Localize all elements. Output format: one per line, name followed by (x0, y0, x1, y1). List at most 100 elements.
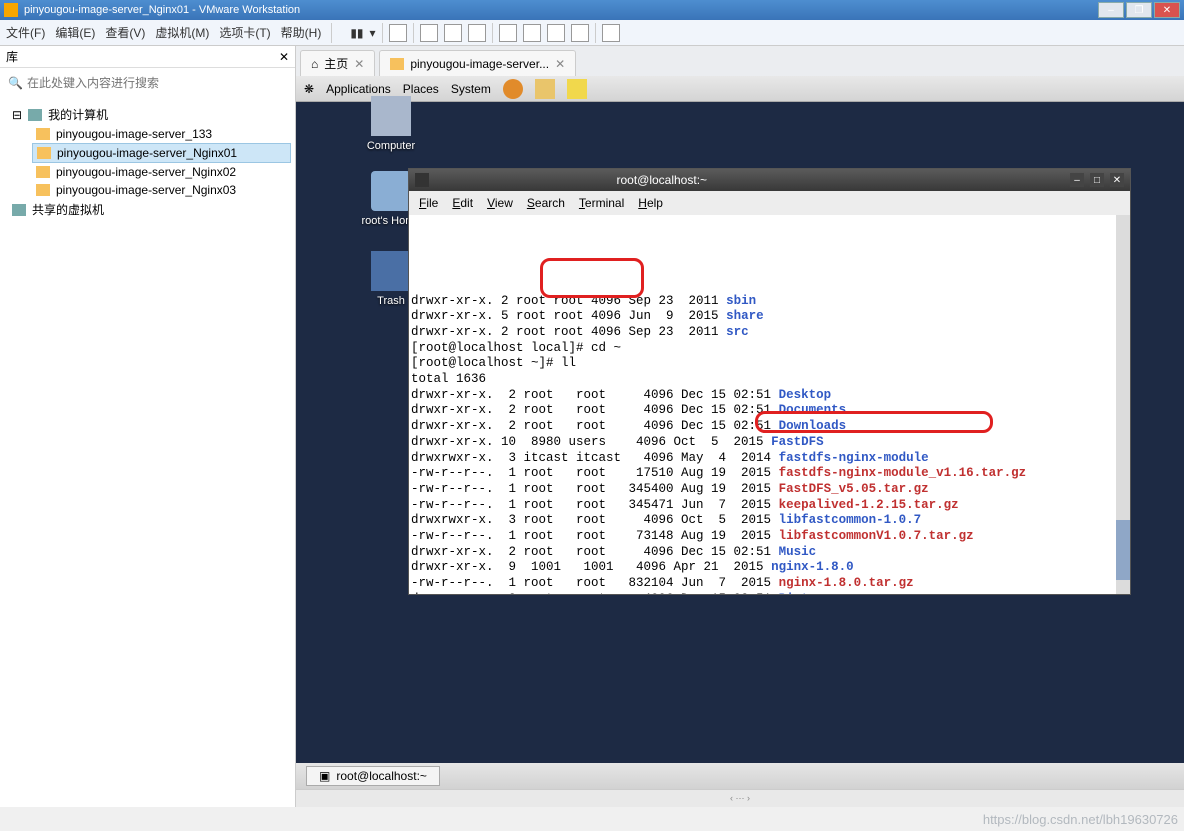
terminal-line: [root@localhost local]# cd ~ (411, 341, 1128, 357)
terminal-line: drwxr-xr-x. 2 root root 4096 Sep 23 2011… (411, 294, 1128, 310)
close-icon[interactable]: ✕ (1110, 173, 1124, 187)
terminal-line: drwxr-xr-x. 10 8980 users 4096 Oct 5 201… (411, 435, 1128, 451)
terminal-line: drwxrwxr-x. 3 itcast itcast 4096 May 4 2… (411, 451, 1128, 467)
tab-home[interactable]: ⌂ 主页 ✕ (300, 50, 375, 76)
vm-icon (36, 184, 50, 196)
clock-icon[interactable] (468, 24, 486, 42)
files-icon[interactable] (535, 79, 555, 99)
terminal-line: -rw-r--r--. 1 root root 345400 Aug 19 20… (411, 482, 1128, 498)
toolbar: ▮▮ ▾ (350, 23, 619, 43)
tree-label: pinyougou-image-server_Nginx01 (57, 146, 237, 160)
app-icon (4, 3, 18, 17)
scrollbar-thumb[interactable] (1116, 520, 1130, 580)
window-titlebar: pinyougou-image-server_Nginx01 - VMware … (0, 0, 1184, 20)
watermark: https://blog.csdn.net/lbh19630726 (983, 812, 1178, 827)
term-menu-edit[interactable]: Edit (452, 196, 473, 210)
play-dropdown-icon[interactable]: ▾ (370, 26, 376, 40)
terminal-line: drwxr-xr-x. 2 root root 4096 Dec 15 02:5… (411, 403, 1128, 419)
fullscreen-icon[interactable] (571, 24, 589, 42)
menu-places[interactable]: Places (403, 82, 439, 96)
term-menu-terminal[interactable]: Terminal (579, 196, 624, 210)
gnome-taskbar: ▣ root@localhost:~ (296, 763, 1184, 789)
close-icon[interactable]: ✕ (354, 57, 364, 71)
tab-vm[interactable]: pinyougou-image-server... ✕ (379, 50, 576, 76)
menu-vm[interactable]: 虚拟机(M) (155, 24, 209, 41)
minimize-icon[interactable]: – (1070, 173, 1084, 187)
task-label: root@localhost:~ (336, 769, 427, 783)
firefox-icon[interactable] (503, 79, 523, 99)
computer-icon (371, 96, 411, 136)
annotation-box (540, 258, 644, 298)
close-icon[interactable]: ✕ (555, 57, 565, 71)
trash-icon (371, 251, 411, 291)
host-icon (28, 109, 42, 121)
tree-vm[interactable]: pinyougou-image-server_Nginx01 (32, 143, 291, 163)
terminal-menubar: File Edit View Search Terminal Help (409, 191, 1130, 215)
home-icon: ⌂ (311, 57, 318, 71)
distro-icon: ❋ (304, 82, 314, 96)
terminal-window: root@localhost:~ – □ ✕ File Edit View Se… (408, 168, 1131, 595)
vm-icon (36, 128, 50, 140)
tabs: ⌂ 主页 ✕ pinyougou-image-server... ✕ (296, 46, 1184, 76)
search-input[interactable] (23, 72, 287, 94)
clock-icon[interactable] (444, 24, 462, 42)
separator (413, 23, 414, 43)
terminal-line: drwxr-xr-x. 5 root root 4096 Jun 9 2015 … (411, 309, 1128, 325)
term-menu-view[interactable]: View (487, 196, 513, 210)
pause-icon[interactable]: ▮▮ (350, 26, 363, 40)
tree-label: 我的计算机 (48, 106, 108, 123)
layout-icon[interactable] (499, 24, 517, 42)
menu-system[interactable]: System (451, 82, 491, 96)
terminal-icon: ▣ (319, 769, 330, 783)
menubar: 文件(F) 编辑(E) 查看(V) 虚拟机(M) 选项卡(T) 帮助(H) ▮▮… (0, 20, 1184, 46)
term-menu-file[interactable]: File (419, 196, 438, 210)
tree-label: pinyougou-image-server_Nginx03 (56, 183, 236, 197)
separator (382, 23, 383, 43)
snapshot-icon[interactable] (389, 24, 407, 42)
menu-help[interactable]: 帮助(H) (281, 24, 322, 41)
layout-icon[interactable] (523, 24, 541, 42)
terminal-titlebar[interactable]: root@localhost:~ – □ ✕ (409, 169, 1130, 191)
close-button[interactable]: ✕ (1154, 2, 1180, 18)
sidebar-close-icon[interactable]: ✕ (279, 50, 289, 64)
term-menu-search[interactable]: Search (527, 196, 565, 210)
terminal-line: total 1636 (411, 372, 1128, 388)
tree-shared[interactable]: 共享的虚拟机 (8, 199, 291, 220)
unity-icon[interactable] (602, 24, 620, 42)
maximize-icon[interactable]: □ (1090, 173, 1104, 187)
vm-icon (36, 166, 50, 178)
terminal-body[interactable]: drwxr-xr-x. 2 root root 4096 Sep 23 2011… (409, 215, 1130, 594)
maximize-button[interactable]: ❐ (1126, 2, 1152, 18)
terminal-line: drwxr-xr-x. 2 root root 4096 Sep 23 2011… (411, 325, 1128, 341)
menu-applications[interactable]: Applications (326, 82, 391, 96)
tree-root-mycomputer[interactable]: ⊟ 我的计算机 (8, 104, 291, 125)
terminal-line: -rw-r--r--. 1 root root 832104 Jun 7 201… (411, 576, 1128, 592)
tree-vm[interactable]: pinyougou-image-server_133 (32, 125, 291, 143)
search-icon: 🔍 (8, 76, 23, 90)
task-terminal[interactable]: ▣ root@localhost:~ (306, 766, 440, 786)
desktop-computer[interactable]: Computer (351, 96, 431, 152)
icon-label: Trash (377, 295, 405, 307)
terminal-line: drwxr-xr-x. 2 root root 4096 Dec 15 02:5… (411, 592, 1128, 594)
hscrollbar[interactable]: ‹ ⋯ › (296, 789, 1184, 807)
notes-icon[interactable] (567, 79, 587, 99)
clock-icon[interactable] (420, 24, 438, 42)
scrollbar[interactable] (1116, 215, 1130, 594)
term-menu-help[interactable]: Help (638, 196, 663, 210)
tree-vm[interactable]: pinyougou-image-server_Nginx03 (32, 181, 291, 199)
terminal-line: -rw-r--r--. 1 root root 73148 Aug 19 201… (411, 529, 1128, 545)
terminal-line: -rw-r--r--. 1 root root 345471 Jun 7 201… (411, 498, 1128, 514)
menu-view[interactable]: 查看(V) (105, 24, 145, 41)
folder-icon (371, 171, 411, 211)
tree-vm[interactable]: pinyougou-image-server_Nginx02 (32, 163, 291, 181)
menu-file[interactable]: 文件(F) (6, 24, 45, 41)
tab-label: 主页 (324, 55, 348, 72)
separator (492, 23, 493, 43)
menu-tabs[interactable]: 选项卡(T) (219, 24, 270, 41)
menu-edit[interactable]: 编辑(E) (55, 24, 95, 41)
layout-icon[interactable] (547, 24, 565, 42)
guest-desktop[interactable]: ❋ Applications Places System Computer ro… (296, 76, 1184, 789)
chevron-down-icon: ⊟ (12, 108, 22, 122)
minimize-button[interactable]: – (1098, 2, 1124, 18)
terminal-line: drwxr-xr-x. 2 root root 4096 Dec 15 02:5… (411, 388, 1128, 404)
